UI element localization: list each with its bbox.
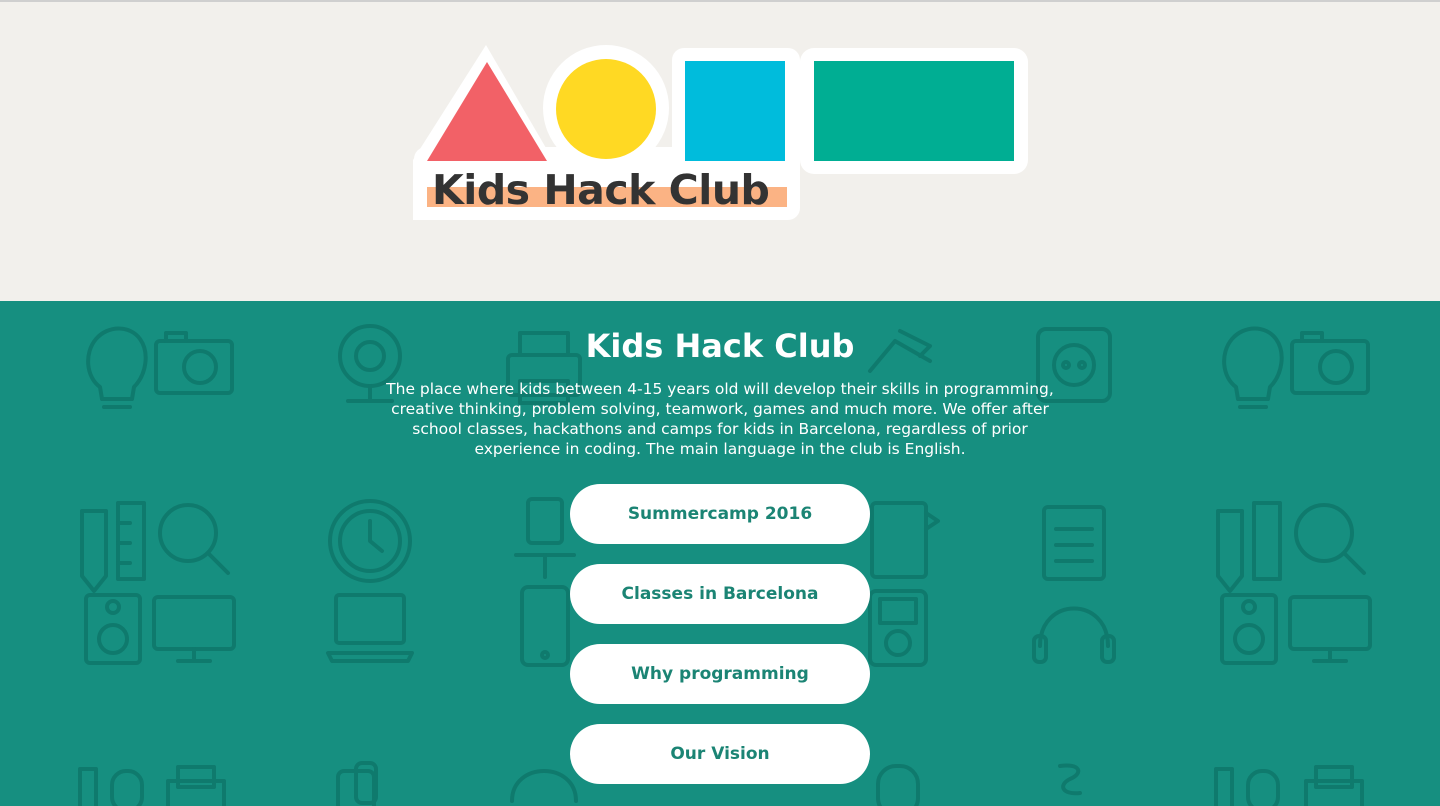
logo-square [685, 61, 785, 161]
logo-circle [556, 59, 656, 159]
our-vision-button[interactable]: Our Vision [570, 724, 870, 784]
hero-title: Kids Hack Club [585, 327, 855, 365]
classes-in-barcelona-button[interactable]: Classes in Barcelona [570, 564, 870, 624]
hero-content: Kids Hack Club The place where kids betw… [0, 301, 1440, 806]
why-programming-button[interactable]: Why programming [570, 644, 870, 704]
hero-section: Kids Hack Club The place where kids betw… [0, 301, 1440, 806]
hero-description: The place where kids between 4-15 years … [386, 380, 1054, 458]
summercamp-2016-button[interactable]: Summercamp 2016 [570, 484, 870, 544]
page-header: Kids Hack Club [0, 2, 1440, 301]
logo-wordmark: Kids Hack Club [432, 166, 770, 214]
kids-hack-club-logo[interactable]: Kids Hack Club [410, 42, 1040, 232]
logo-rectangle [814, 61, 1014, 161]
